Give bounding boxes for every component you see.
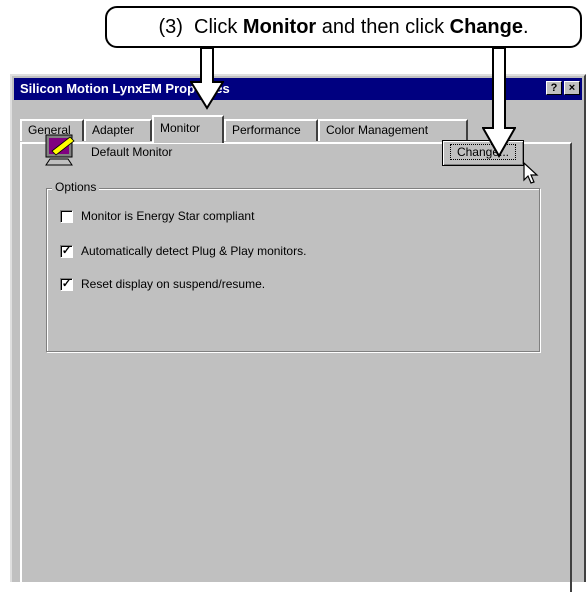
close-icon: × [568, 82, 576, 94]
callout-monitor: Monitor [242, 15, 317, 38]
close-button[interactable]: × [564, 81, 580, 95]
tab-color-management[interactable]: Color Management [318, 119, 468, 141]
down-arrow-icon [482, 48, 516, 158]
tab-label: Monitor [160, 121, 201, 135]
tab-adapter[interactable]: Adapter [84, 119, 152, 141]
callout-prefix: (3) Click [158, 15, 243, 38]
option-energy-star[interactable]: Monitor is Energy Star compliant [60, 209, 255, 224]
help-button[interactable]: ? [546, 81, 562, 95]
option-label: Reset display on suspend/resume. [81, 277, 266, 291]
option-plug-and-play[interactable]: ✓ Automatically detect Plug & Play monito… [60, 244, 307, 259]
option-reset-display[interactable]: ✓ Reset display on suspend/resume. [60, 277, 266, 292]
tab-monitor[interactable]: Monitor [152, 115, 224, 143]
tab-label: Adapter [92, 123, 135, 137]
option-label: Automatically detect Plug & Play monitor… [81, 244, 307, 258]
option-label: Monitor is Energy Star compliant [81, 209, 255, 223]
tab-label: Performance [232, 123, 301, 137]
callout-suffix: . [522, 15, 529, 38]
callout-middle: and then click [316, 15, 450, 38]
energy-star-checkbox[interactable] [60, 210, 73, 224]
instruction-callout: (3) Click Monitor and then click Change. [105, 6, 582, 48]
help-icon: ? [550, 82, 558, 94]
down-arrow-icon [190, 48, 224, 110]
plug-and-play-checkbox[interactable]: ✓ [60, 245, 73, 259]
monitor-icon [45, 134, 75, 166]
mouse-pointer-icon [523, 162, 539, 184]
reset-display-checkbox[interactable]: ✓ [60, 278, 73, 292]
monitor-name: Default Monitor [91, 145, 173, 159]
tab-performance[interactable]: Performance [224, 119, 318, 141]
callout-change: Change [449, 15, 523, 38]
tab-label: Color Management [326, 123, 429, 137]
options-group-label: Options [52, 180, 100, 194]
